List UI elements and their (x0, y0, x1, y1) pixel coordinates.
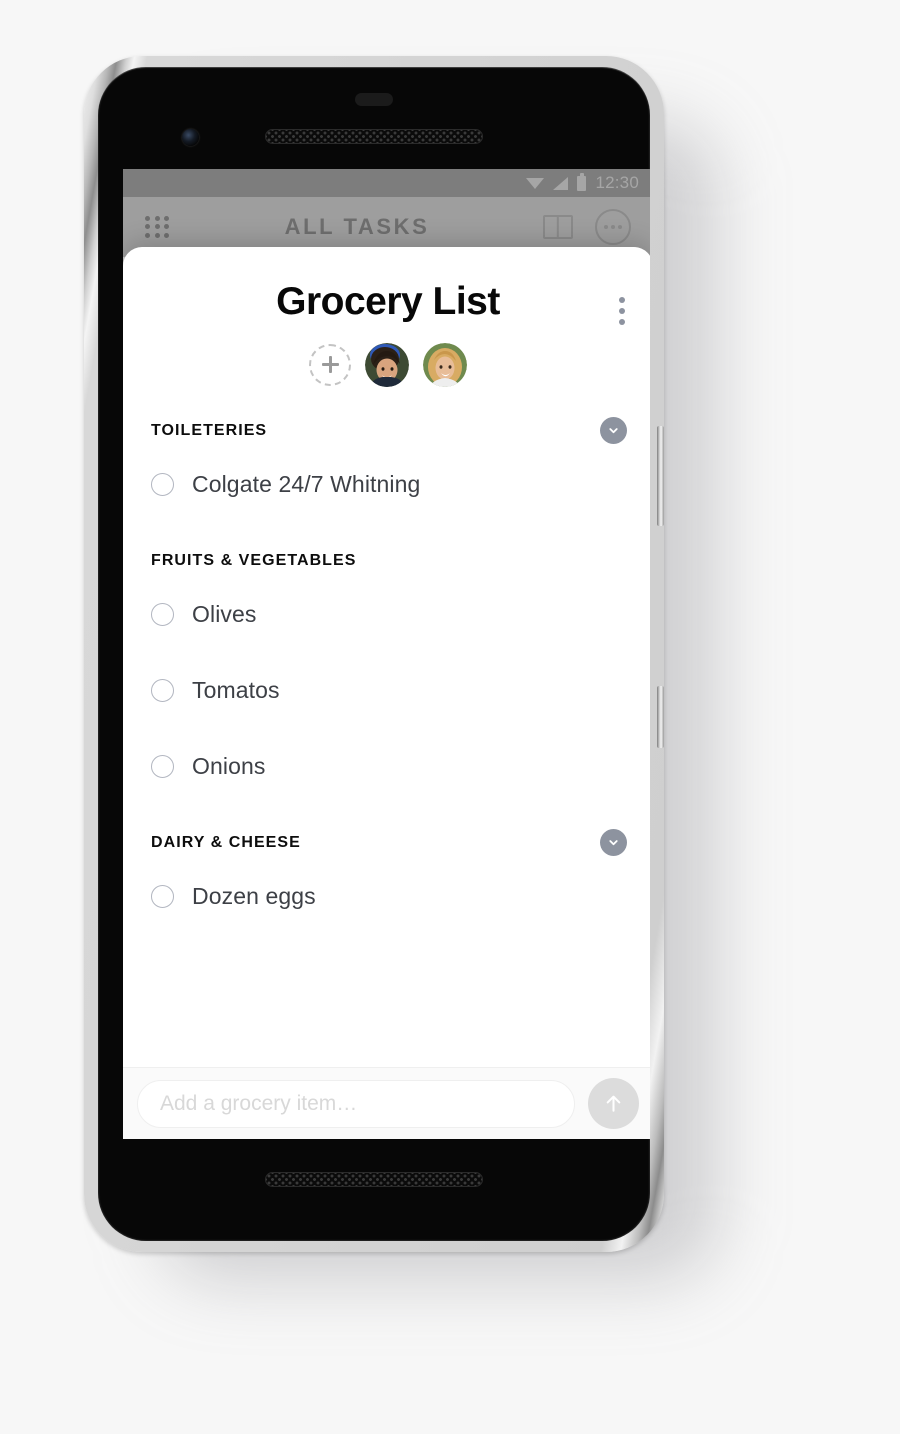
earpiece-grille-icon (265, 129, 483, 144)
page-title: Grocery List (276, 280, 500, 323)
send-button[interactable] (588, 1078, 639, 1129)
task-checkbox[interactable] (151, 679, 174, 703)
add-member-button[interactable] (309, 343, 351, 386)
grocery-input[interactable] (137, 1079, 575, 1128)
battery-icon (577, 172, 587, 191)
section-header: TOILETERIES (123, 393, 650, 447)
task-row[interactable]: Dozen eggs (123, 859, 650, 935)
chevron-down-icon[interactable] (600, 829, 627, 857)
section-title: FRUITS & VEGETABLES (151, 551, 357, 569)
task-checkbox[interactable] (151, 473, 174, 497)
section-header: DAIRY & CHEESE (123, 805, 650, 859)
arrow-up-icon (606, 1095, 621, 1112)
book-icon[interactable] (543, 215, 573, 239)
background-app-title: ALL TASKS (284, 214, 430, 239)
profile-avatar-icon[interactable] (595, 209, 631, 245)
grid-menu-icon[interactable] (145, 216, 171, 238)
plus-icon (321, 356, 339, 374)
members-row (123, 342, 650, 393)
volume-button[interactable] (657, 686, 664, 748)
phone-device: 12:30 ALL TASKS Grocery List TOILETERIES… (84, 56, 664, 1252)
task-row[interactable]: Olives (123, 577, 650, 653)
more-vertical-icon[interactable] (607, 291, 637, 331)
task-row[interactable]: Colgate 24/7 Whitning (123, 447, 650, 523)
task-checkbox[interactable] (151, 755, 174, 779)
sensor-notch-icon (355, 93, 393, 106)
front-camera-icon (182, 129, 199, 146)
task-label: Tomatos (192, 677, 280, 704)
chevron-down-icon[interactable] (600, 417, 627, 445)
section-title: DAIRY & CHEESE (151, 833, 301, 851)
status-bar-time: 12:30 (595, 173, 639, 192)
phone-bezel: 12:30 ALL TASKS Grocery List TOILETERIES… (98, 67, 650, 1241)
task-row[interactable]: Onions (123, 729, 650, 805)
scene: 12:30 ALL TASKS Grocery List TOILETERIES… (0, 0, 900, 1434)
status-bar: 12:30 (123, 169, 650, 197)
power-button[interactable] (657, 426, 664, 526)
task-label: Colgate 24/7 Whitning (192, 471, 421, 498)
task-label: Olives (192, 601, 257, 628)
member-avatar-1[interactable] (365, 342, 409, 387)
task-row[interactable]: Tomatos (123, 653, 650, 729)
phone-screen: 12:30 ALL TASKS Grocery List TOILETERIES… (123, 169, 650, 1139)
signal-icon (553, 176, 569, 190)
section-header: FRUITS & VEGETABLES (123, 523, 650, 577)
task-checkbox[interactable] (151, 885, 174, 909)
wifi-icon (526, 177, 545, 189)
member-avatar-2[interactable] (423, 342, 467, 387)
grocery-sections-list: TOILETERIES Colgate 24/7 Whitning FRUITS… (123, 393, 650, 1067)
sheet-header: Grocery List (123, 247, 650, 393)
compose-bar (123, 1067, 650, 1139)
bottom-speaker-grille-icon (265, 1172, 483, 1187)
grocery-list-sheet: Grocery List TOILETERIES Colgate 24/7 Wh… (123, 247, 650, 1139)
task-label: Dozen eggs (192, 883, 316, 910)
task-label: Onions (192, 753, 266, 780)
task-checkbox[interactable] (151, 603, 174, 627)
section-title: TOILETERIES (151, 421, 268, 439)
